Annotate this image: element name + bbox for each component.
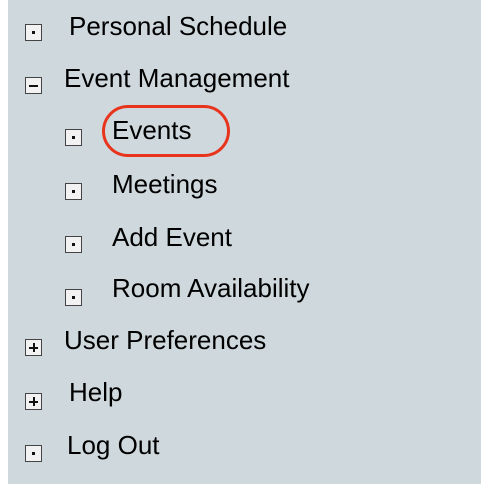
nav-item-label: Personal Schedule <box>69 11 288 41</box>
nav-item-help[interactable]: Help <box>0 376 160 416</box>
nav-item-add-event[interactable]: Add Event <box>0 219 270 259</box>
nav-item-event-management[interactable]: Event Management <box>0 60 340 100</box>
nav-item-log-out[interactable]: Log Out <box>0 428 200 468</box>
dot-box-icon <box>65 183 82 200</box>
nav-item-label: Meetings <box>112 169 218 199</box>
nav-item-label: User Preferences <box>64 325 267 355</box>
expand-box-icon[interactable] <box>25 339 42 356</box>
dot-box-icon <box>65 129 82 146</box>
nav-item-user-preferences[interactable]: User Preferences <box>0 322 320 362</box>
nav-item-room-availability[interactable]: Room Availability <box>0 272 360 312</box>
collapse-box-icon[interactable] <box>25 77 42 94</box>
nav-item-personal-schedule[interactable]: Personal Schedule <box>0 7 340 47</box>
nav-item-label: Add Event <box>112 222 232 252</box>
dot-box-icon <box>25 24 42 41</box>
nav-item-label: Help <box>69 377 123 407</box>
nav-item-meetings[interactable]: Meetings <box>0 166 260 206</box>
dot-box-icon <box>25 445 42 462</box>
expand-box-icon[interactable] <box>25 393 42 410</box>
nav-item-label: Event Management <box>64 63 290 93</box>
nav-item-label: Room Availability <box>112 273 310 303</box>
nav-item-label: Events <box>112 115 192 145</box>
nav-item-label: Log Out <box>67 430 160 460</box>
dot-box-icon <box>65 236 82 253</box>
dot-box-icon <box>65 289 82 306</box>
nav-item-events[interactable]: Events <box>0 112 240 152</box>
